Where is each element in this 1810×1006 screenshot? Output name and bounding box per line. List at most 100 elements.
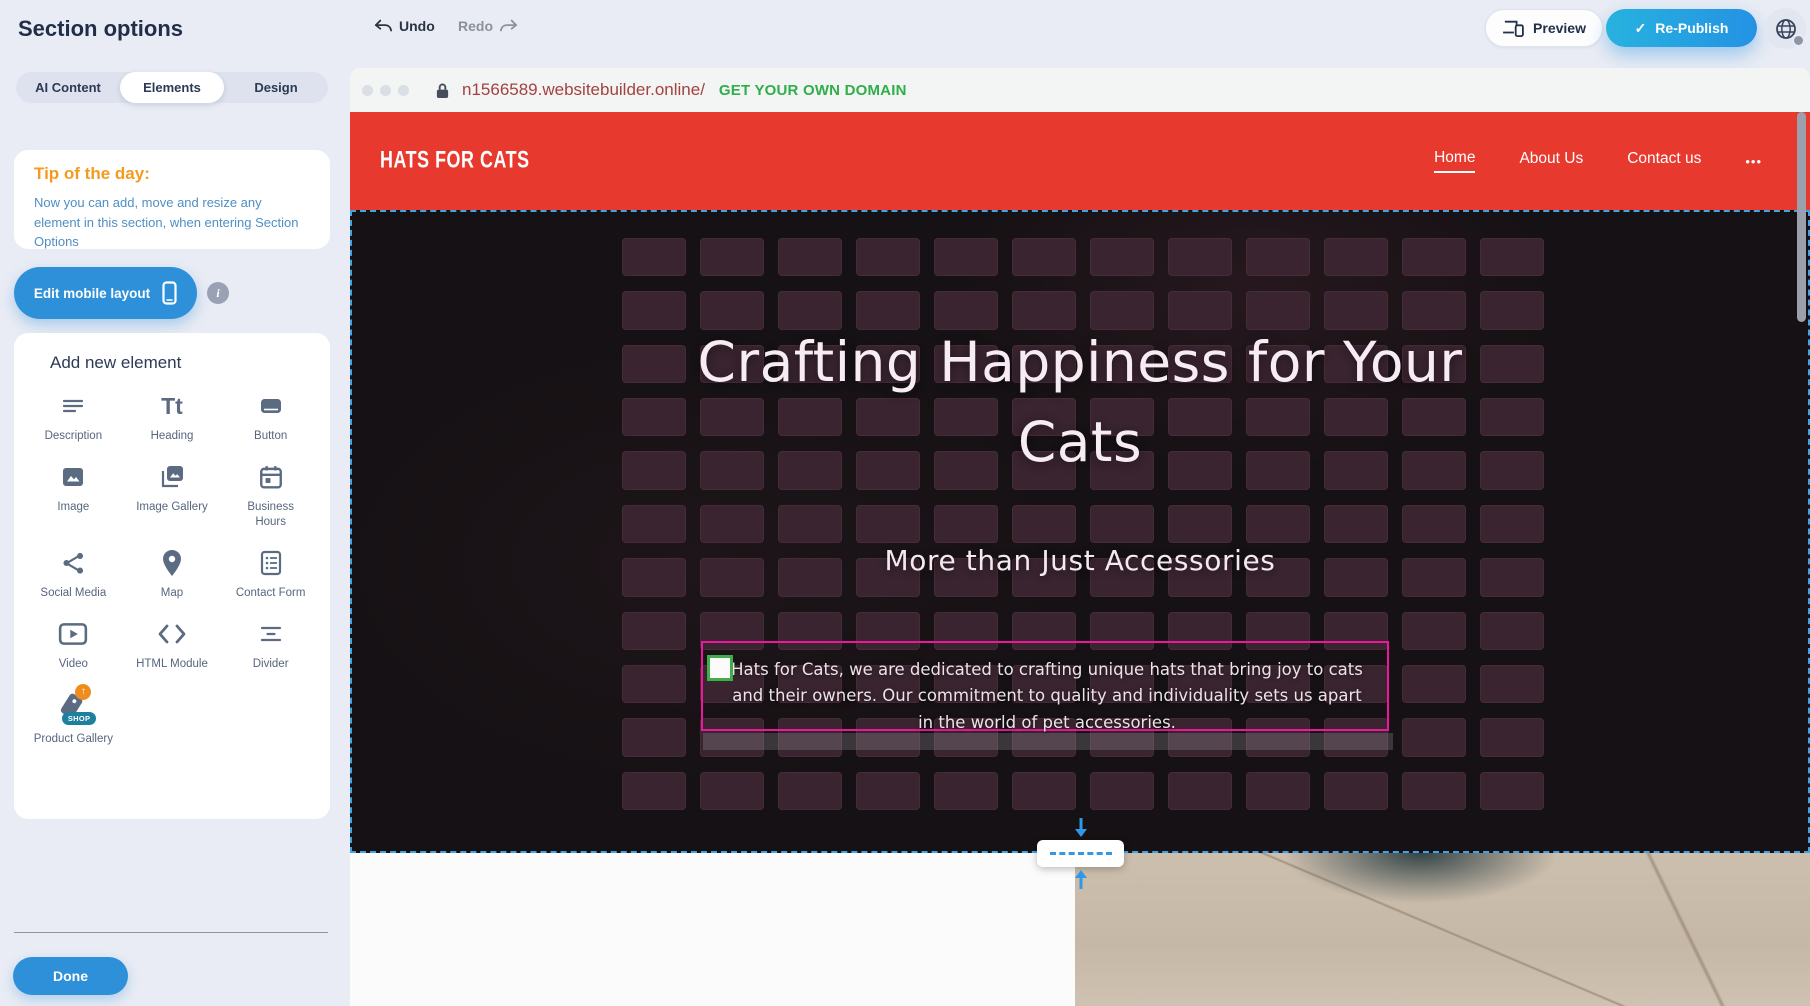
element-image-gallery[interactable]: Image Gallery [123,462,222,530]
hero-tile [622,238,686,276]
devices-icon [1502,19,1524,37]
element-button[interactable]: Button [221,391,320,444]
hero-tile [1480,718,1544,756]
hero-tile [1480,612,1544,650]
hero-heading[interactable]: Crafting Happiness for Your Cats [670,322,1490,483]
tip-of-the-day-card: Tip of the day: Now you can add, move an… [14,150,330,249]
hero-tile [700,772,764,810]
button-icon [257,391,285,421]
hero-tile [934,505,998,543]
tab-design[interactable]: Design [224,72,328,103]
nav-more-button[interactable]: ••• [1745,154,1762,169]
element-map[interactable]: Map [123,548,222,601]
mobile-phone-icon [162,281,177,305]
site-preview-window: n1566589.websitebuilder.online/ GET YOUR… [350,68,1810,1006]
hero-tile [700,238,764,276]
hero-tile [1480,665,1544,703]
hero-tile [934,772,998,810]
hero-tile [1402,772,1466,810]
preview-button[interactable]: Preview [1485,9,1603,47]
shop-badge: SHOP [62,712,96,725]
hero-tile [1090,772,1154,810]
hero-paragraph[interactable]: Hats for Cats, we are dedicated to craft… [731,657,1363,736]
element-heading[interactable]: Tt Heading [123,391,222,444]
hero-tile [1012,238,1076,276]
site-nav: Home About Us Contact us ••• [1434,149,1762,173]
element-contact-form[interactable]: Contact Form [221,548,320,601]
selected-text-element[interactable]: Hats for Cats, we are dedicated to craft… [701,641,1389,731]
preview-label: Preview [1533,20,1586,36]
nav-contact-us[interactable]: Contact us [1627,150,1701,172]
nav-home[interactable]: Home [1434,149,1475,173]
hero-tile [1402,505,1466,543]
hero-tile [778,238,842,276]
hero-tile [1090,505,1154,543]
lock-icon [435,82,450,99]
undo-button[interactable]: Undo [374,18,435,34]
hero-tile [1324,505,1388,543]
element-business-hours[interactable]: Business Hours [221,462,320,530]
arrow-up-icon [1074,869,1088,889]
undo-label: Undo [399,18,435,34]
element-product-gallery[interactable]: ↑ SHOP Product Gallery [24,690,123,747]
hero-tile [1402,238,1466,276]
edit-mobile-layout-button[interactable]: Edit mobile layout [14,267,197,319]
window-control-dots [362,85,409,96]
element-social-media[interactable]: Social Media [24,548,123,601]
next-section-white[interactable] [350,853,1075,1006]
element-grid: Description Tt Heading Button Image [24,391,320,747]
image-gallery-icon [158,462,186,492]
nav-about-us[interactable]: About Us [1519,150,1583,172]
hero-tile [1246,505,1310,543]
hero-tile [1012,772,1076,810]
resize-dash [1050,852,1112,855]
redo-label: Redo [458,18,493,34]
hero-tile [1480,238,1544,276]
section-resize-handle[interactable] [1037,840,1124,867]
hero-tile [622,772,686,810]
hero-subheading[interactable]: More than Just Accessories [730,544,1430,577]
page-scrollbar[interactable] [1797,112,1806,322]
upgrade-arrow-badge: ↑ [75,684,91,700]
hero-tile [1402,718,1466,756]
site-logo[interactable]: HATS FOR CATS [380,147,530,175]
hero-tile [856,238,920,276]
divider-icon [257,619,285,649]
element-image[interactable]: Image [24,462,123,530]
element-description[interactable]: Description [24,391,123,444]
hero-tile [934,238,998,276]
social-media-icon [60,548,86,578]
info-icon[interactable]: i [207,282,229,304]
tab-ai-content[interactable]: AI Content [16,72,120,103]
element-video[interactable]: Video [24,619,123,672]
done-button[interactable]: Done [13,957,128,995]
hero-tile [1246,772,1310,810]
business-hours-icon [258,462,284,492]
hero-section-selected[interactable]: Crafting Happiness for Your Cats More th… [350,210,1810,853]
image-icon [60,462,86,492]
element-divider[interactable]: Divider [221,619,320,672]
add-new-element-title: Add new element [50,353,320,373]
element-selection-checkbox[interactable] [707,655,733,681]
site-header: HATS FOR CATS Home About Us Contact us •… [350,112,1810,210]
panel-tabs: AI Content Elements Design [16,72,328,103]
page-title: Section options [18,16,183,42]
republish-button[interactable]: ✓ Re-Publish [1606,9,1757,47]
hero-tile [1012,505,1076,543]
language-globe-button[interactable] [1765,8,1806,49]
site-url[interactable]: n1566589.websitebuilder.online/ [462,80,705,100]
tab-elements[interactable]: Elements [120,72,224,103]
next-section-photo[interactable] [1075,853,1810,1006]
tip-title: Tip of the day: [34,164,310,184]
element-html-module[interactable]: HTML Module [123,619,222,672]
product-gallery-icon: ↑ SHOP [53,690,93,724]
hero-tile [1168,505,1232,543]
tip-body: Now you can add, move and resize any ele… [34,193,310,252]
check-icon: ✓ [1635,20,1647,37]
get-your-own-domain-link[interactable]: GET YOUR OWN DOMAIN [719,82,907,99]
heading-icon: Tt [161,391,183,421]
add-new-element-card: Add new element Description Tt Heading B… [14,333,330,819]
redo-button[interactable]: Redo [458,18,518,34]
hero-tile [622,718,686,756]
hero-tile [1480,772,1544,810]
